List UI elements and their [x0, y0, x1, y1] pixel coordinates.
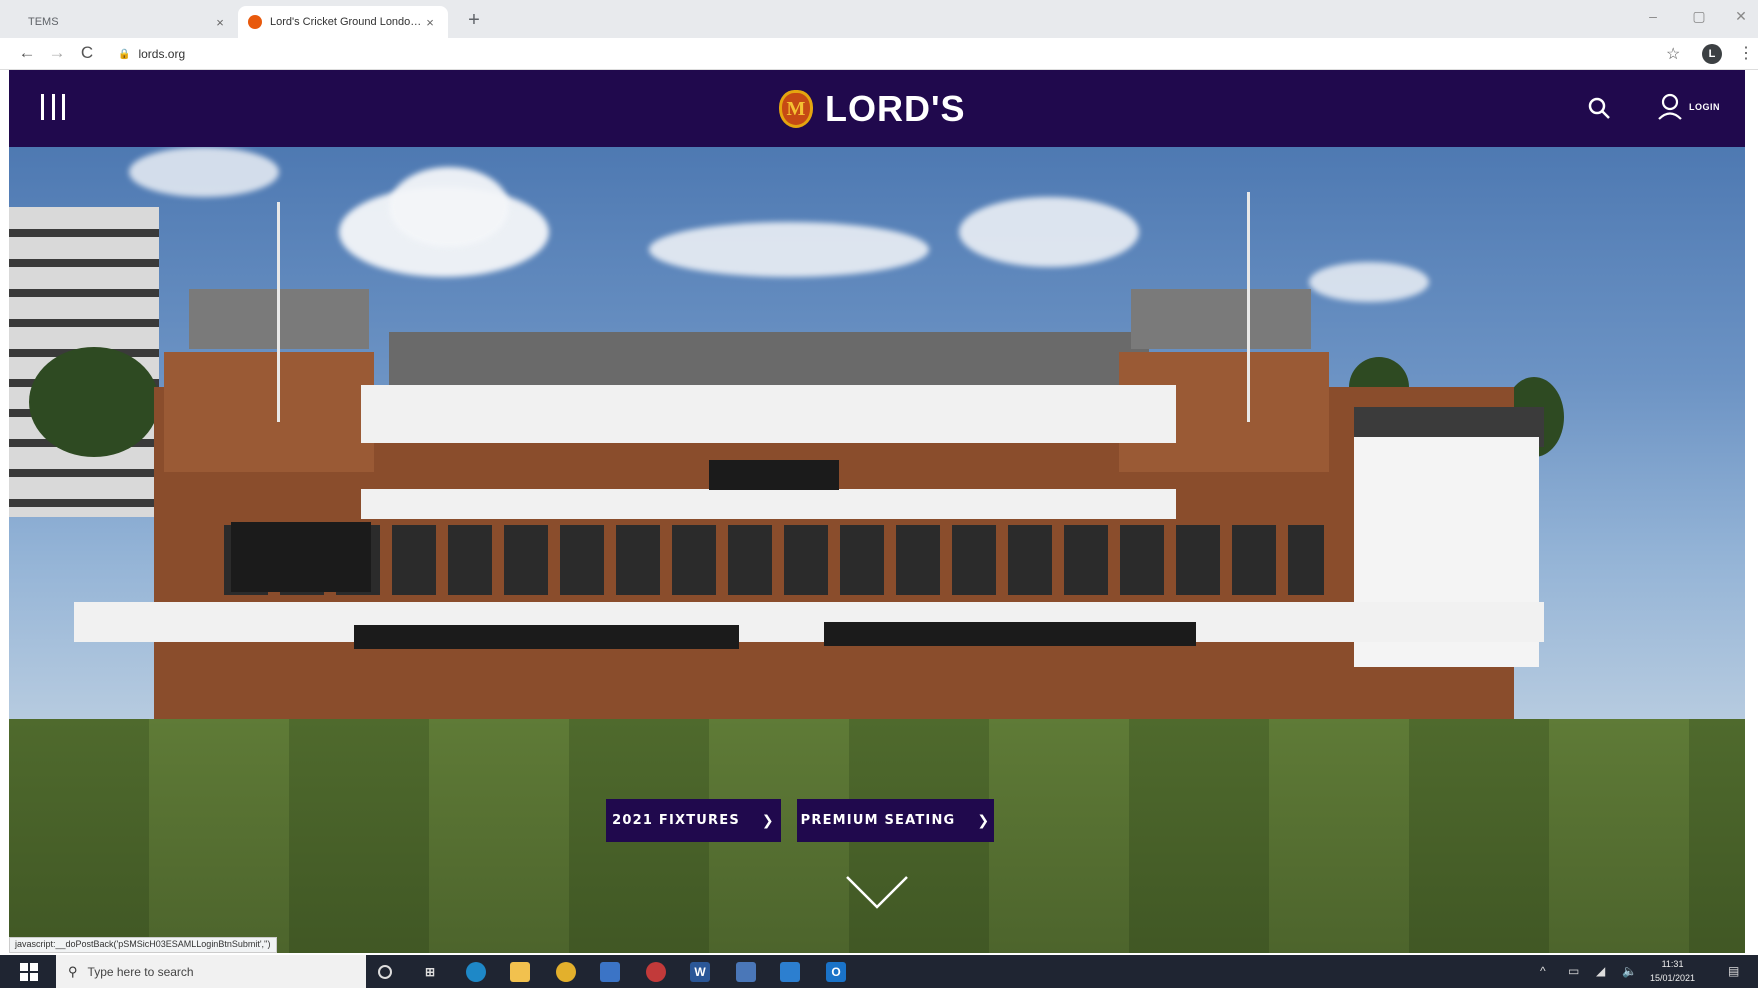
window-close-button[interactable]: ✕: [1726, 8, 1756, 25]
url-text: lords.org: [138, 47, 186, 61]
system-clock[interactable]: 11:31 15/01/2021: [1650, 957, 1695, 985]
login-label: LOGIN: [1689, 102, 1720, 112]
notifications-icon[interactable]: ▤: [1728, 964, 1739, 978]
scroll-down-chevron-icon[interactable]: [845, 875, 909, 911]
app-icon[interactable]: [736, 962, 756, 982]
task-view-icon[interactable]: ⊞: [420, 962, 440, 982]
chevron-right-icon: ❯: [977, 812, 991, 829]
bookmark-star-icon[interactable]: ☆: [1666, 44, 1680, 64]
site-header: M LORD'S LOGIN: [9, 70, 1745, 147]
maximize-button[interactable]: ▢: [1684, 8, 1714, 25]
chrome-icon[interactable]: [556, 962, 576, 982]
tab-lords[interactable]: Lord's Cricket Ground London | ×: [238, 6, 448, 38]
fixtures-button[interactable]: 2021 FIXTURES ❯: [606, 799, 781, 842]
lords-logo[interactable]: M LORD'S: [779, 88, 966, 130]
edge-icon[interactable]: [466, 962, 486, 982]
clock-date: 15/01/2021: [1650, 973, 1696, 983]
taskbar-search-box[interactable]: ⚲ Type here to search: [56, 955, 366, 988]
fixtures-label: 2021 FIXTURES: [612, 813, 740, 828]
tab-title: TEMS: [28, 16, 59, 28]
search-icon: ⚲: [68, 963, 78, 979]
premium-seating-button[interactable]: PREMIUM SEATING ❯: [797, 799, 994, 842]
profile-avatar[interactable]: L: [1702, 44, 1722, 64]
windows-taskbar: ⚲ Type here to search ⊞ W O ^ ▭ ◢ 🔈 11:3…: [0, 955, 1758, 988]
word-icon[interactable]: W: [690, 962, 710, 982]
browser-menu-icon[interactable]: ⋮: [1738, 43, 1754, 63]
app-icon[interactable]: [646, 962, 666, 982]
mcc-crest-icon: M: [779, 90, 813, 128]
clock-time: 11:31: [1661, 959, 1684, 969]
browser-toolbar: ← → C 🔒 lords.org ☆ L ⋮: [0, 38, 1758, 70]
menu-icon[interactable]: [41, 94, 65, 120]
status-bar-url: javascript:__doPostBack('pSMSicH03ESAMLL…: [9, 937, 277, 953]
tray-chevron-icon[interactable]: ^: [1540, 964, 1546, 978]
hero-image: 2021 FIXTURES ❯ PREMIUM SEATING ❯: [9, 147, 1745, 953]
new-tab-button[interactable]: +: [462, 9, 486, 32]
tab-title: Lord's Cricket Ground London |: [270, 16, 422, 28]
lords-favicon-icon: [248, 15, 262, 29]
pavilion-roof: [389, 332, 1149, 387]
reload-button[interactable]: C: [76, 43, 98, 63]
user-icon: [1658, 93, 1682, 120]
login-button[interactable]: LOGIN: [1657, 92, 1720, 122]
volume-icon[interactable]: 🔈: [1622, 964, 1637, 978]
close-icon[interactable]: ×: [212, 15, 228, 30]
battery-icon[interactable]: ▭: [1568, 964, 1579, 978]
close-icon[interactable]: ×: [422, 15, 438, 30]
forward-button[interactable]: →: [46, 43, 68, 63]
minimize-button[interactable]: –: [1638, 8, 1668, 24]
logo-text: LORD'S: [825, 88, 966, 129]
network-icon[interactable]: ◢: [1596, 964, 1605, 978]
address-bar[interactable]: 🔒 lords.org: [118, 43, 185, 65]
taskbar-search-placeholder: Type here to search: [87, 964, 194, 979]
lock-icon: 🔒: [118, 48, 131, 60]
cortana-icon[interactable]: [378, 965, 392, 979]
mail-icon[interactable]: [780, 962, 800, 982]
app-icon[interactable]: [600, 962, 620, 982]
browser-tab-bar: TEMS × Lord's Cricket Ground London | × …: [0, 0, 1758, 38]
tab-tems[interactable]: TEMS ×: [18, 6, 238, 38]
file-explorer-icon[interactable]: [510, 962, 530, 982]
windows-start-icon[interactable]: [20, 963, 38, 981]
back-button[interactable]: ←: [16, 43, 38, 63]
cta-group: 2021 FIXTURES ❯ PREMIUM SEATING ❯: [606, 799, 994, 842]
chevron-right-icon: ❯: [761, 812, 775, 829]
premium-seating-label: PREMIUM SEATING: [800, 813, 956, 828]
outlook-icon[interactable]: O: [826, 962, 846, 982]
search-icon[interactable]: [1585, 94, 1615, 124]
